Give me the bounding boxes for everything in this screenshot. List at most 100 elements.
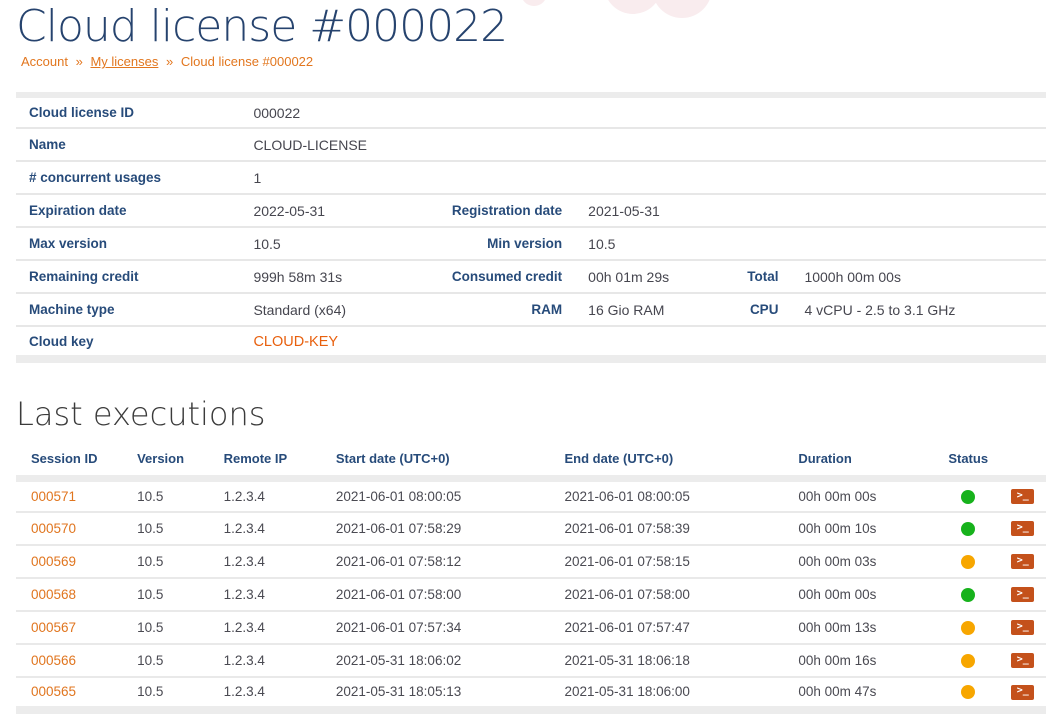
- status-cell: [936, 512, 1001, 545]
- end-date-cell: 2021-06-01 07:58:39: [550, 512, 784, 545]
- max-version-value: 10.5: [237, 227, 433, 260]
- remote-ip-cell: 1.2.3.4: [209, 512, 321, 545]
- actions-cell: >_: [1001, 611, 1046, 644]
- start-date-cell: 2021-05-31 18:05:13: [321, 677, 550, 710]
- ram-value: 16 Gio RAM: [572, 293, 716, 326]
- version-cell: 10.5: [122, 512, 209, 545]
- detail-row-concurrent-usages: # concurrent usages 1: [16, 161, 1046, 194]
- remote-ip-cell: 1.2.3.4: [209, 578, 321, 611]
- last-executions-title: Last executions: [16, 395, 1046, 433]
- end-date-cell: 2021-05-31 18:06:18: [550, 644, 784, 677]
- duration-cell: 00h 00m 16s: [783, 644, 935, 677]
- session-link[interactable]: 000566: [31, 653, 76, 668]
- breadcrumb: Account » My licenses » Cloud license #0…: [21, 54, 1046, 69]
- header-end-date: End date (UTC+0): [550, 445, 784, 479]
- status-cell: [936, 611, 1001, 644]
- status-cell: [936, 479, 1001, 512]
- header-session-id: Session ID: [16, 445, 122, 479]
- session-id-cell: 000571: [16, 479, 122, 512]
- terminal-console-icon[interactable]: >_: [1011, 587, 1034, 602]
- status-cell: [936, 545, 1001, 578]
- terminal-console-icon[interactable]: >_: [1011, 554, 1034, 569]
- start-date-cell: 2021-06-01 08:00:05: [321, 479, 550, 512]
- remote-ip-cell: 1.2.3.4: [209, 644, 321, 677]
- breadcrumb-separator: »: [76, 54, 83, 69]
- duration-cell: 00h 00m 13s: [783, 611, 935, 644]
- terminal-console-icon[interactable]: >_: [1011, 653, 1034, 668]
- header-actions: [1001, 445, 1046, 479]
- execution-row: 000568 10.5 1.2.3.4 2021-06-01 07:58:00 …: [16, 578, 1046, 611]
- detail-label: RAM: [433, 293, 572, 326]
- machine-type-value: Standard (x64): [237, 293, 433, 326]
- page-title: Cloud license #000022: [16, 0, 1046, 51]
- version-cell: 10.5: [122, 578, 209, 611]
- detail-label: # concurrent usages: [16, 161, 237, 194]
- detail-row-name: Name CLOUD-LICENSE: [16, 128, 1046, 161]
- end-date-cell: 2021-06-01 07:58:00: [550, 578, 784, 611]
- total-credit-value: 1000h 00m 00s: [788, 260, 1046, 293]
- session-link[interactable]: 000568: [31, 587, 76, 602]
- terminal-console-icon[interactable]: >_: [1011, 521, 1034, 536]
- expiration-date-value: 2022-05-31: [237, 194, 433, 227]
- detail-label: Max version: [16, 227, 237, 260]
- session-link[interactable]: 000565: [31, 684, 76, 699]
- actions-cell: >_: [1001, 644, 1046, 677]
- concurrent-usages-value: 1: [237, 161, 1046, 194]
- detail-row-versions: Max version 10.5 Min version 10.5: [16, 227, 1046, 260]
- detail-label: Consumed credit: [433, 260, 572, 293]
- duration-cell: 00h 00m 00s: [783, 578, 935, 611]
- version-cell: 10.5: [122, 545, 209, 578]
- license-details-table: Cloud license ID 000022 Name CLOUD-LICEN…: [16, 92, 1046, 363]
- session-id-cell: 000568: [16, 578, 122, 611]
- header-duration: Duration: [783, 445, 935, 479]
- detail-label: Remaining credit: [16, 260, 237, 293]
- terminal-console-icon[interactable]: >_: [1011, 620, 1034, 635]
- end-date-cell: 2021-06-01 07:57:47: [550, 611, 784, 644]
- breadcrumb-separator: »: [166, 54, 173, 69]
- execution-row: 000565 10.5 1.2.3.4 2021-05-31 18:05:13 …: [16, 677, 1046, 710]
- start-date-cell: 2021-06-01 07:58:12: [321, 545, 550, 578]
- header-version: Version: [122, 445, 209, 479]
- end-date-cell: 2021-05-31 18:06:00: [550, 677, 784, 710]
- cloud-license-id-value: 000022: [237, 95, 1046, 128]
- session-link[interactable]: 000570: [31, 521, 76, 536]
- execution-row: 000571 10.5 1.2.3.4 2021-06-01 08:00:05 …: [16, 479, 1046, 512]
- actions-cell: >_: [1001, 545, 1046, 578]
- breadcrumb-my-licenses-link[interactable]: My licenses: [90, 54, 158, 69]
- header-remote-ip: Remote IP: [209, 445, 321, 479]
- session-link[interactable]: 000571: [31, 489, 76, 504]
- executions-header-row: Session ID Version Remote IP Start date …: [16, 445, 1046, 479]
- actions-cell: >_: [1001, 677, 1046, 710]
- detail-row-cloud-key: Cloud key CLOUD-KEY: [16, 326, 1046, 359]
- main-content: Cloud license #000022 Account » My licen…: [0, 0, 1062, 714]
- license-name-value: CLOUD-LICENSE: [237, 128, 1046, 161]
- duration-cell: 00h 00m 47s: [783, 677, 935, 710]
- actions-cell: >_: [1001, 578, 1046, 611]
- status-dot: [961, 522, 975, 536]
- detail-label: Expiration date: [16, 194, 237, 227]
- start-date-cell: 2021-06-01 07:58:29: [321, 512, 550, 545]
- duration-cell: 00h 00m 03s: [783, 545, 935, 578]
- session-link[interactable]: 000569: [31, 554, 76, 569]
- status-dot: [961, 555, 975, 569]
- duration-cell: 00h 00m 00s: [783, 479, 935, 512]
- detail-label: Machine type: [16, 293, 237, 326]
- status-cell: [936, 644, 1001, 677]
- detail-label: Registration date: [433, 194, 572, 227]
- terminal-console-icon[interactable]: >_: [1011, 489, 1034, 504]
- breadcrumb-current-page: Cloud license #000022: [181, 54, 313, 69]
- session-link[interactable]: 000567: [31, 620, 76, 635]
- header-start-date: Start date (UTC+0): [321, 445, 550, 479]
- status-cell: [936, 578, 1001, 611]
- detail-row-machine: Machine type Standard (x64) RAM 16 Gio R…: [16, 293, 1046, 326]
- status-dot: [961, 685, 975, 699]
- detail-label: Total: [716, 260, 788, 293]
- terminal-console-icon[interactable]: >_: [1011, 685, 1034, 700]
- version-cell: 10.5: [122, 611, 209, 644]
- session-id-cell: 000566: [16, 644, 122, 677]
- actions-cell: >_: [1001, 479, 1046, 512]
- remote-ip-cell: 1.2.3.4: [209, 545, 321, 578]
- breadcrumb-account-link[interactable]: Account: [21, 54, 68, 69]
- cloud-key-link[interactable]: CLOUD-KEY: [253, 334, 338, 350]
- detail-label: Name: [16, 128, 237, 161]
